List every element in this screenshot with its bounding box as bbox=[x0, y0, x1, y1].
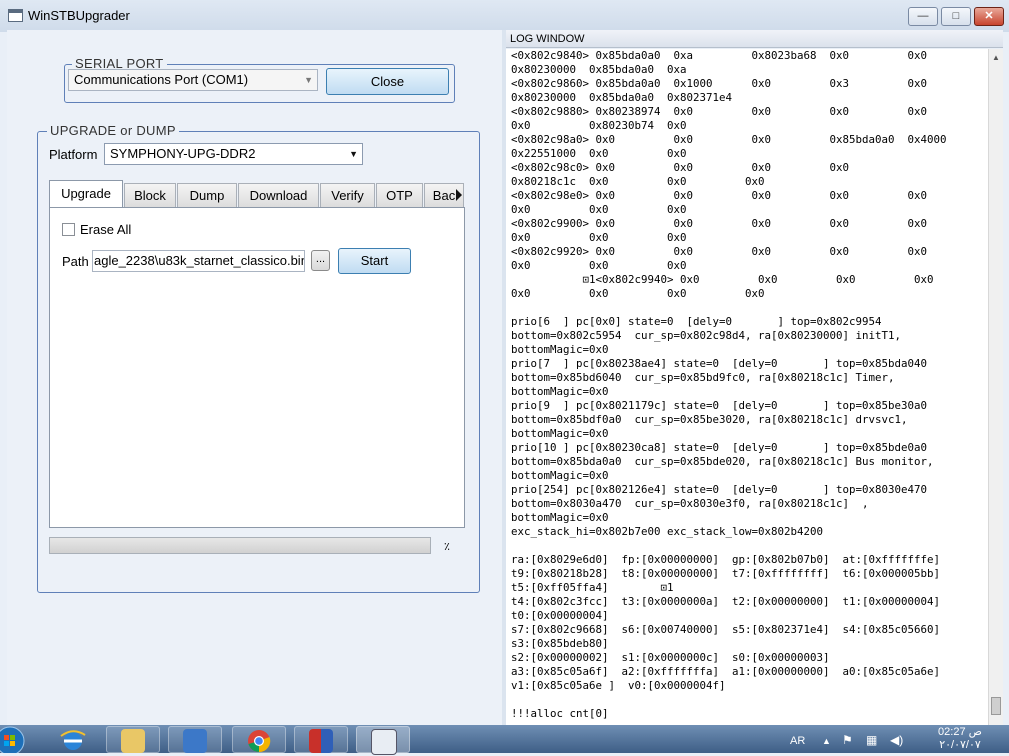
start-button[interactable]: Start bbox=[338, 248, 411, 274]
folder-icon bbox=[121, 729, 145, 753]
serial-port-value: Communications Port (COM1) bbox=[74, 72, 249, 87]
chevron-down-icon: ▼ bbox=[304, 75, 313, 85]
media-player-icon bbox=[183, 729, 207, 753]
erase-all-checkbox[interactable] bbox=[62, 223, 75, 236]
taskbar: AR ▲ ⚑ ▦ ◀) 02:27 ص ٢٠/٠٧/٠٧ bbox=[0, 725, 1009, 756]
network-icon[interactable]: ▦ bbox=[866, 733, 877, 747]
path-label: Path bbox=[62, 254, 89, 269]
close-window-button[interactable]: ✕ bbox=[974, 7, 1004, 26]
scroll-thumb[interactable] bbox=[991, 697, 1001, 715]
maximize-button[interactable]: □ bbox=[941, 7, 971, 26]
platform-select[interactable]: SYMPHONY-UPG-DDR2 ▼ bbox=[104, 143, 363, 165]
title-bar: WinSTBUpgrader — □ ✕ bbox=[0, 0, 1009, 32]
log-text: <0x802c9840> 0x85bda0a0 0xa 0x8023ba68 0… bbox=[511, 49, 947, 720]
action-center-icon[interactable]: ⚑ bbox=[842, 733, 853, 747]
window-title: WinSTBUpgrader bbox=[28, 8, 130, 23]
clock-ampm: ص bbox=[968, 726, 982, 738]
chrome-icon bbox=[248, 730, 271, 753]
chevron-down-icon: ▼ bbox=[349, 149, 358, 159]
app-icon bbox=[309, 729, 333, 753]
serial-port-select[interactable]: Communications Port (COM1) ▼ bbox=[68, 69, 318, 91]
app-icon bbox=[8, 9, 23, 22]
log-window[interactable]: <0x802c9840> 0x85bda0a0 0xa 0x8023ba68 0… bbox=[506, 49, 988, 725]
scroll-up-icon[interactable]: ▲ bbox=[990, 51, 1002, 65]
volume-icon[interactable]: ◀) bbox=[890, 733, 903, 747]
clock-date: ٢٠/٠٧/٠٧ bbox=[939, 739, 981, 751]
tab-dump[interactable]: Dump bbox=[177, 183, 237, 207]
taskbar-winstbupgrader[interactable] bbox=[356, 726, 410, 755]
clock-time: 02:27 bbox=[938, 726, 966, 738]
erase-all-label: Erase All bbox=[80, 222, 132, 237]
internet-explorer-icon[interactable] bbox=[58, 727, 88, 756]
upgrade-dump-legend: UPGRADE or DUMP bbox=[47, 123, 179, 138]
start-button[interactable] bbox=[0, 725, 32, 756]
taskbar-media-player[interactable] bbox=[168, 726, 222, 753]
platform-value: SYMPHONY-UPG-DDR2 bbox=[110, 146, 256, 161]
taskbar-chrome[interactable] bbox=[232, 726, 286, 753]
minimize-button[interactable]: — bbox=[908, 7, 938, 26]
progress-percent-label: ٪ bbox=[444, 541, 450, 553]
tab-download[interactable]: Download bbox=[238, 183, 319, 207]
progress-bar bbox=[49, 537, 431, 554]
tab-upgrade[interactable]: Upgrade bbox=[49, 180, 123, 208]
tab-verify[interactable]: Verify bbox=[320, 183, 375, 207]
taskbar-explorer[interactable] bbox=[106, 726, 160, 753]
tab-scroll-right-icon[interactable] bbox=[452, 183, 466, 207]
winstbupgrader-icon bbox=[371, 729, 397, 755]
serial-close-button[interactable]: Close bbox=[326, 68, 449, 95]
taskbar-app[interactable] bbox=[294, 726, 348, 753]
log-scrollbar[interactable]: ▲ bbox=[988, 49, 1003, 725]
platform-label: Platform bbox=[49, 147, 98, 162]
browse-button[interactable]: ... bbox=[311, 250, 330, 271]
clock[interactable]: 02:27 ص ٢٠/٠٧/٠٧ bbox=[925, 726, 995, 752]
log-window-title: LOG WINDOW bbox=[506, 30, 1003, 48]
tab-block[interactable]: Block bbox=[124, 183, 176, 207]
show-hidden-icons-icon[interactable]: ▲ bbox=[822, 736, 831, 746]
language-indicator[interactable]: AR bbox=[790, 735, 805, 747]
tab-otp[interactable]: OTP bbox=[376, 183, 423, 207]
path-input[interactable]: agle_2238\u83k_starnet_classico.bin bbox=[92, 250, 305, 272]
tab-bar: Upgrade Block Dump Download Verify OTP B… bbox=[49, 180, 466, 208]
